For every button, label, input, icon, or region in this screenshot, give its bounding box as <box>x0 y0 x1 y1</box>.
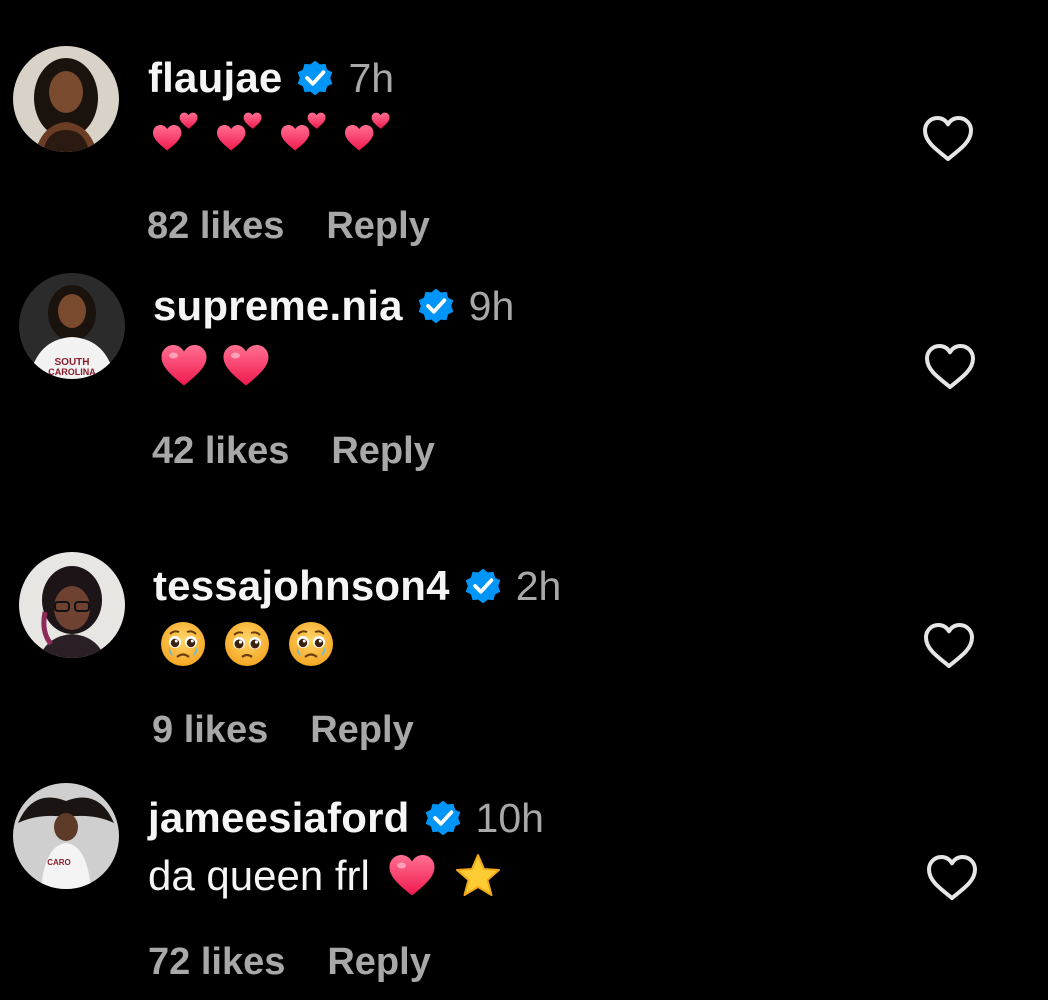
verified-badge-icon <box>415 285 457 327</box>
comment-meta: 72 likes Reply <box>148 941 431 984</box>
two-hearts-emoji-icon <box>216 110 264 158</box>
reply-button[interactable]: Reply <box>327 941 430 984</box>
avatar[interactable] <box>19 552 125 658</box>
reply-button[interactable]: Reply <box>331 430 434 473</box>
timestamp: 7h <box>348 54 395 101</box>
avatar[interactable] <box>13 46 119 152</box>
comment-body <box>152 110 408 158</box>
holding-back-tears-emoji-icon <box>287 620 335 668</box>
red-heart-emoji-icon <box>222 342 270 390</box>
avatar[interactable]: CARO <box>13 783 119 889</box>
like-heart-icon[interactable] <box>923 342 977 392</box>
avatar[interactable]: SOUTH CAROLINA <box>19 273 125 379</box>
username[interactable]: tessajohnson4 <box>153 562 450 610</box>
verified-badge-icon <box>462 565 504 607</box>
pleading-face-emoji-icon <box>223 620 271 668</box>
reply-button[interactable]: Reply <box>310 709 413 752</box>
like-heart-icon[interactable] <box>922 621 976 671</box>
comment-meta: 9 likes Reply <box>152 709 414 752</box>
star-emoji-icon <box>454 852 502 900</box>
likes-count[interactable]: 9 likes <box>152 709 268 752</box>
two-hearts-emoji-icon <box>280 110 328 158</box>
username[interactable]: flaujae <box>148 54 282 102</box>
username[interactable]: jameesiaford <box>148 794 410 842</box>
likes-count[interactable]: 82 likes <box>147 205 284 248</box>
two-hearts-emoji-icon <box>344 110 392 158</box>
like-heart-icon[interactable] <box>925 853 979 903</box>
timestamp: 2h <box>515 562 562 609</box>
comment-header: jameesiaford 10h <box>148 794 544 842</box>
comment-header: flaujae 7h <box>148 54 394 102</box>
comment-body <box>160 342 286 390</box>
comment-meta: 82 likes Reply <box>147 205 430 248</box>
svg-text:CARO: CARO <box>47 858 71 867</box>
comment-meta: 42 likes Reply <box>152 430 435 473</box>
holding-back-tears-emoji-icon <box>159 620 207 668</box>
comment-header: tessajohnson4 2h <box>153 562 561 610</box>
comment-text: da queen frl <box>148 852 370 899</box>
red-heart-emoji-icon <box>160 342 208 390</box>
svg-text:CAROLINA: CAROLINA <box>48 367 96 377</box>
comment-body: da queen frl <box>148 852 518 900</box>
reply-button[interactable]: Reply <box>326 205 429 248</box>
verified-badge-icon <box>422 797 464 839</box>
verified-badge-icon <box>294 57 336 99</box>
like-heart-icon[interactable] <box>921 114 975 164</box>
comment-body <box>159 620 351 668</box>
likes-count[interactable]: 42 likes <box>152 430 289 473</box>
comment-header: supreme.nia 9h <box>153 282 514 330</box>
timestamp: 10h <box>475 794 544 841</box>
timestamp: 9h <box>468 282 515 329</box>
red-heart-emoji-icon <box>388 852 436 900</box>
likes-count[interactable]: 72 likes <box>148 941 285 984</box>
two-hearts-emoji-icon <box>152 110 200 158</box>
username[interactable]: supreme.nia <box>153 282 403 330</box>
